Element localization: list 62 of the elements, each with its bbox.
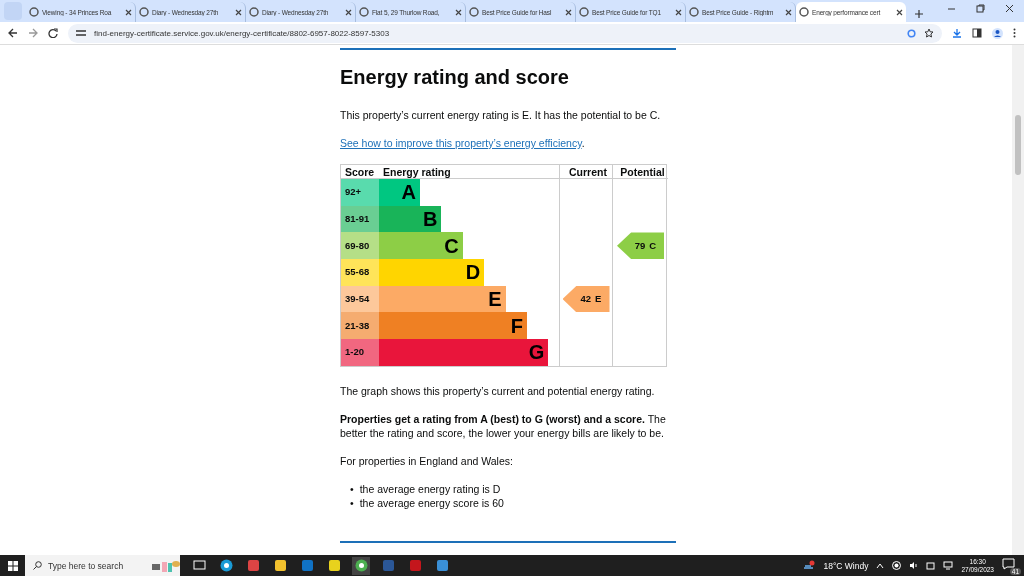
score-range: 81-91 — [341, 205, 379, 233]
restore-icon[interactable] — [976, 4, 985, 13]
weather-text[interactable]: 18°C Windy — [823, 560, 869, 571]
rating-bar: B — [379, 205, 442, 233]
rating-bar: F — [379, 312, 527, 340]
explanation-text: Properties get a rating from A (best) to G (worst) and a score. The better the rating and score, the lower your energy bills are likely to be. — [340, 411, 667, 440]
scrollbar-thumb[interactable] — [1015, 115, 1021, 175]
app-icon[interactable] — [327, 559, 341, 572]
close-icon[interactable] — [565, 8, 572, 16]
bullet: • — [350, 495, 354, 510]
side-panel-icon[interactable] — [972, 28, 982, 38]
star-icon[interactable] — [924, 28, 934, 38]
close-icon[interactable] — [125, 8, 132, 16]
new-tab-icon[interactable] — [914, 9, 924, 19]
speaker-icon[interactable] — [909, 561, 919, 570]
taskbar-search-field[interactable]: Type here to search — [25, 555, 180, 576]
rating-bar: D — [379, 259, 485, 286]
close-icon[interactable] — [896, 8, 903, 16]
score-range: 92+ — [341, 179, 379, 206]
rating-bar: C — [379, 232, 463, 260]
bullet: • — [350, 481, 354, 496]
score-range: 21-38 — [341, 312, 379, 340]
graph-note: The graph shows this property’s current and potential energy rating. — [340, 383, 656, 398]
record-icon[interactable] — [892, 561, 902, 570]
rating-bar: A — [379, 179, 420, 206]
message-icon — [1002, 557, 1015, 570]
chevron-up-icon[interactable] — [876, 562, 885, 569]
scrollbar[interactable] — [1012, 45, 1024, 555]
rating-bar: E — [379, 285, 506, 313]
profile-icon[interactable] — [992, 27, 1003, 39]
score-range: 55-68 — [341, 259, 379, 286]
close-icon[interactable] — [455, 8, 462, 16]
close-icon[interactable] — [675, 8, 682, 16]
close-icon[interactable] — [235, 8, 242, 16]
column-header: Potential — [612, 165, 668, 179]
close-icon[interactable] — [345, 8, 352, 16]
score-range: 1-20 — [341, 339, 379, 366]
menu-icon[interactable] — [1013, 28, 1016, 38]
averages-intro: For properties in England and Wales: — [340, 453, 514, 468]
back-icon[interactable] — [8, 28, 18, 38]
average-item: the average energy rating is D — [359, 481, 501, 496]
page-heading: Energy rating and score — [340, 65, 570, 89]
close-icon[interactable] — [1005, 4, 1014, 13]
weather-icon[interactable] — [803, 559, 816, 572]
task-view-icon[interactable] — [192, 559, 206, 572]
score-range: 69-80 — [341, 232, 379, 260]
site-settings-icon[interactable] — [76, 29, 86, 37]
windows-icon[interactable] — [7, 560, 18, 571]
url-text: find-energy-certificate.service.gov.uk/energy-certificate/8802-6957-8022-8597-5303 — [94, 28, 391, 38]
average-item: the average energy score is 60 — [359, 495, 504, 510]
reload-icon[interactable] — [48, 28, 58, 38]
score-range: 39-54 — [341, 285, 379, 313]
address-bar[interactable]: find-energy-certificate.service.gov.uk/energy-certificate/8802-6957-8022-8597-5303 — [68, 23, 942, 43]
search-icon — [33, 561, 42, 570]
rating-bar: G — [379, 339, 549, 366]
forward-icon[interactable] — [28, 28, 38, 38]
download-icon[interactable] — [952, 28, 962, 38]
intro-text: This property’s current energy rating is E. It has the potential to be C. — [340, 108, 662, 122]
improve-link[interactable]: See how to improve this property’s energy efficiency — [340, 137, 582, 149]
close-icon[interactable] — [785, 8, 792, 16]
search-highlight-icon — [150, 558, 180, 573]
column-header: Current — [559, 165, 612, 179]
